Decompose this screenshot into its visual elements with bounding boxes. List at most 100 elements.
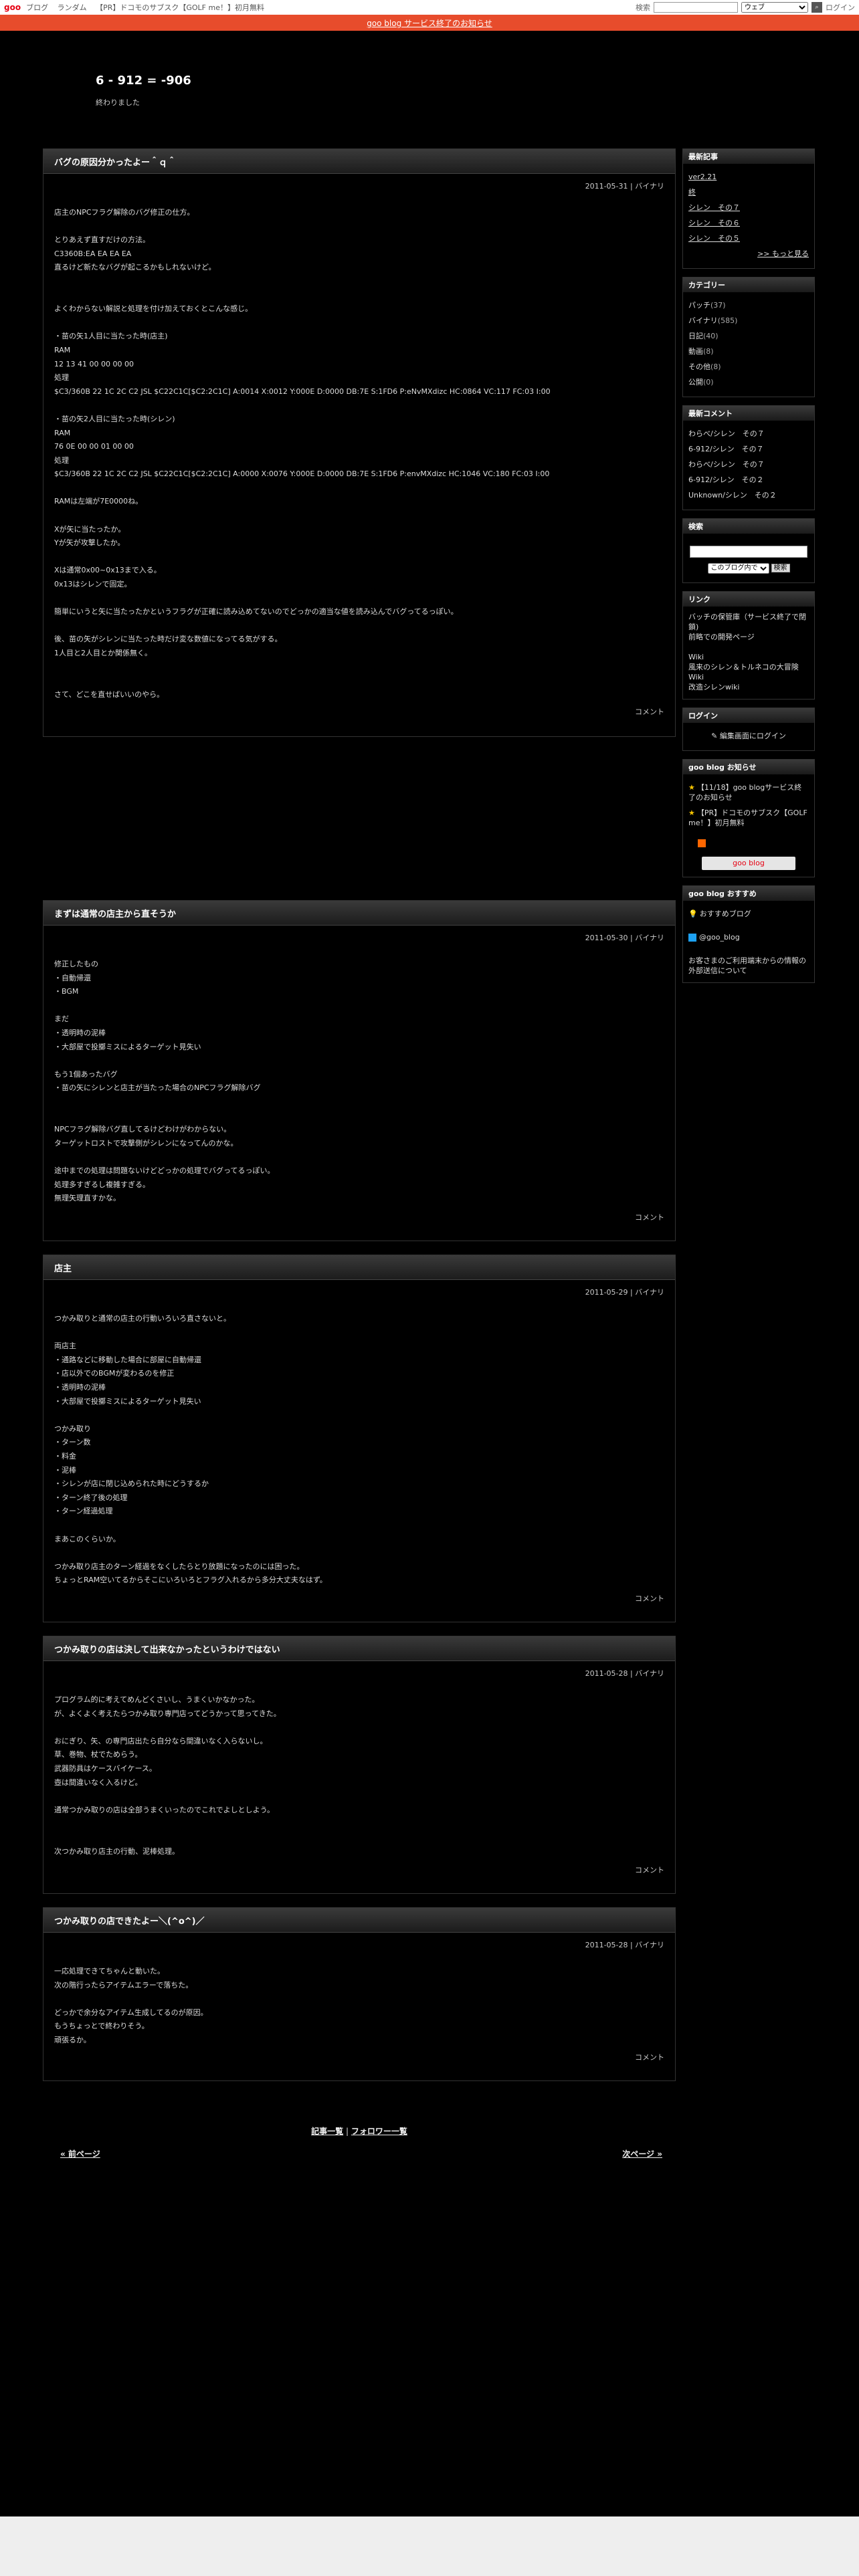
- article-meta[interactable]: 2011-05-30 | バイナリ: [43, 926, 675, 943]
- search-icon[interactable]: ⌕: [812, 2, 822, 13]
- goo-news-widget: goo blog お知らせ ★ 【11/18】goo blogサービス終了のお知ら…: [682, 759, 815, 877]
- widget-title: goo blog おすすめ: [683, 886, 814, 901]
- blog-search-button[interactable]: 検索: [771, 564, 790, 572]
- comment-article-link[interactable]: シレン その７: [712, 445, 764, 453]
- star-icon: ★: [688, 783, 695, 792]
- article-title[interactable]: バグの原因分かったよー＾ｑ＾: [43, 149, 675, 174]
- recent-article-link[interactable]: 終: [688, 185, 809, 200]
- article: つかみ取りの店できたよー＼(^o^)／ 2011-05-28 | バイナリ 一応…: [43, 1907, 676, 2081]
- widget-title: 検索: [683, 519, 814, 534]
- more-articles-link[interactable]: >> もっと見る: [688, 246, 809, 261]
- twitter-item: @goo_blog: [688, 932, 809, 942]
- article-title[interactable]: 店主: [43, 1255, 675, 1280]
- article-body: 店主のNPCフラグ解除のバグ修正の仕方。 とりあえず直すだけの方法。 C3360…: [54, 208, 551, 699]
- news-item: ★ 【11/18】goo blogサービス終了のお知らせ: [688, 780, 809, 805]
- comment-item: Unknown/シレン その２: [688, 488, 809, 503]
- search-scope-select[interactable]: このブログ内で: [707, 562, 769, 574]
- comment-link[interactable]: コメント: [43, 1864, 675, 1885]
- category-item: パッチ(37): [688, 298, 809, 313]
- recent-article-link[interactable]: ver2.21: [688, 169, 809, 185]
- category-widget: カテゴリー パッチ(37) バイナリ(585) 日記(40) 動画(8) その他…: [682, 277, 815, 397]
- category-link[interactable]: その他: [688, 362, 710, 371]
- category-link[interactable]: 日記: [688, 332, 703, 340]
- top-search-area: 検索 ウェブ ⌕ ログイン: [636, 2, 855, 13]
- bottom-navigation: 記事一覧 | フォロワー一覧: [43, 2125, 676, 2137]
- twitter-icon: [688, 934, 696, 942]
- top-links: ブログ ランダム 【PR】ドコモのサブスク【GOLF me！】初月無料: [26, 2, 271, 13]
- comment-article-link[interactable]: シレン その７: [713, 429, 765, 438]
- article-title[interactable]: つかみ取りの店は決して出来なかったというわけではない: [43, 1636, 675, 1661]
- recent-article-link[interactable]: シレン その７: [688, 200, 809, 215]
- recommend-item: 💡 おすすめブログ: [688, 906, 809, 922]
- article-title[interactable]: つかみ取りの店できたよー＼(^o^)／: [43, 1908, 675, 1933]
- top-link-random[interactable]: ランダム: [58, 3, 87, 12]
- blog-search-input[interactable]: [690, 545, 807, 558]
- links-widget: リンク バッチの保管庫（サービス終了で閉鎖) 前略での開発ページ Wiki 風来…: [682, 591, 815, 700]
- comment-author: わらべ/: [688, 460, 713, 469]
- comment-link[interactable]: コメント: [43, 1212, 675, 1232]
- comment-author: Unknown/: [688, 491, 725, 500]
- prev-page-link[interactable]: « 前ページ: [60, 2148, 100, 2159]
- category-link[interactable]: パッチ: [688, 301, 710, 310]
- blog-header: 6 - 912 = -906 終わりました: [96, 74, 191, 108]
- category-link[interactable]: バイナリ: [688, 316, 718, 325]
- comment-author: 6-912/: [688, 475, 712, 484]
- page-footer: [0, 2516, 859, 2576]
- widget-title: リンク: [683, 592, 814, 607]
- goo-blog-button[interactable]: goo blog: [702, 857, 795, 870]
- blog-description: 終わりました: [96, 98, 140, 107]
- edit-login-link[interactable]: 編集画面にログイン: [720, 732, 786, 740]
- article-body: 一応処理できてちゃんと動いた。 次の階行ったらアイテムエラーで落ちた。 どっかで…: [54, 1967, 208, 2044]
- comment-article-link[interactable]: シレン その２: [712, 475, 764, 484]
- article-meta[interactable]: 2011-05-28 | バイナリ: [43, 1933, 675, 1950]
- privacy-info-link[interactable]: お客さまのご利用端末からの情報の外部送信について: [688, 956, 806, 975]
- top-link-pr[interactable]: 【PR】ドコモのサブスク【GOLF me！】初月無料: [96, 3, 264, 12]
- recent-comments-widget: 最新コメント わらべ/シレン その７ 6-912/シレン その７ わらべ/シレン…: [682, 405, 815, 510]
- category-count: (8): [703, 347, 714, 356]
- login-link[interactable]: ログイン: [826, 2, 855, 13]
- service-notice-bar[interactable]: goo blog サービス終了のお知らせ: [0, 15, 859, 31]
- widget-title: カテゴリー: [683, 278, 814, 292]
- article: まずは通常の店主から直そうか 2011-05-30 | バイナリ 修正したもの …: [43, 900, 676, 1241]
- comment-link[interactable]: コメント: [43, 706, 675, 726]
- news-link[interactable]: 【11/18】goo blogサービス終了のお知らせ: [688, 783, 801, 802]
- top-search-type-select[interactable]: ウェブ: [741, 2, 808, 13]
- widget-title: ログイン: [683, 708, 814, 723]
- recommend-link[interactable]: おすすめブログ: [700, 909, 751, 918]
- recent-article-link[interactable]: シレン その５: [688, 231, 809, 246]
- recommend-widget: goo blog おすすめ 💡 おすすめブログ @goo_blog お客さまのご利…: [682, 885, 815, 983]
- twitter-link[interactable]: @goo_blog: [699, 933, 740, 942]
- article-title[interactable]: まずは通常の店主から直そうか: [43, 901, 675, 926]
- article-meta[interactable]: 2011-05-28 | バイナリ: [43, 1661, 675, 1679]
- top-link-blog[interactable]: ブログ: [26, 3, 48, 12]
- article-list-link[interactable]: 記事一覧: [311, 2127, 343, 2136]
- rss-icon[interactable]: [698, 839, 706, 847]
- next-page-link[interactable]: 次ページ »: [622, 2148, 662, 2159]
- follower-list-link[interactable]: フォロワー一覧: [351, 2127, 407, 2136]
- widget-title: 最新記事: [683, 149, 814, 164]
- comment-link[interactable]: コメント: [43, 1593, 675, 1613]
- goo-logo[interactable]: goo: [4, 3, 21, 12]
- category-link[interactable]: 動画: [688, 347, 703, 356]
- category-item: 公開(0): [688, 374, 809, 390]
- category-item: バイナリ(585): [688, 313, 809, 328]
- article-body: プログラム的に考えてめんどくさいし、うまくいかなかった。 が、よくよく考えたらつ…: [54, 1695, 281, 1856]
- external-link[interactable]: 前略での開発ページ: [688, 633, 755, 641]
- external-link[interactable]: 風来のシレン＆トルネコの大冒険 Wiki: [688, 663, 799, 681]
- top-search-input[interactable]: [654, 2, 738, 13]
- comment-author: 6-912/: [688, 445, 712, 453]
- comment-link[interactable]: コメント: [43, 2052, 675, 2072]
- external-link[interactable]: 改造シレンwiki: [688, 683, 739, 691]
- recent-articles-widget: 最新記事 ver2.21 終 シレン その７ シレン その６ シレン その５ >…: [682, 148, 815, 269]
- blog-title[interactable]: 6 - 912 = -906: [96, 74, 191, 88]
- category-count: (585): [717, 316, 738, 325]
- article-meta[interactable]: 2011-05-29 | バイナリ: [43, 1280, 675, 1297]
- comment-article-link[interactable]: シレン その２: [725, 491, 777, 500]
- comment-article-link[interactable]: シレン その７: [713, 460, 765, 469]
- news-link[interactable]: 【PR】ドコモのサブスク【GOLF me！】初月無料: [688, 809, 807, 827]
- category-link[interactable]: 公開: [688, 378, 703, 387]
- recent-article-link[interactable]: シレン その６: [688, 215, 809, 231]
- article-meta[interactable]: 2011-05-31 | バイナリ: [43, 174, 675, 191]
- category-item: 動画(8): [688, 344, 809, 359]
